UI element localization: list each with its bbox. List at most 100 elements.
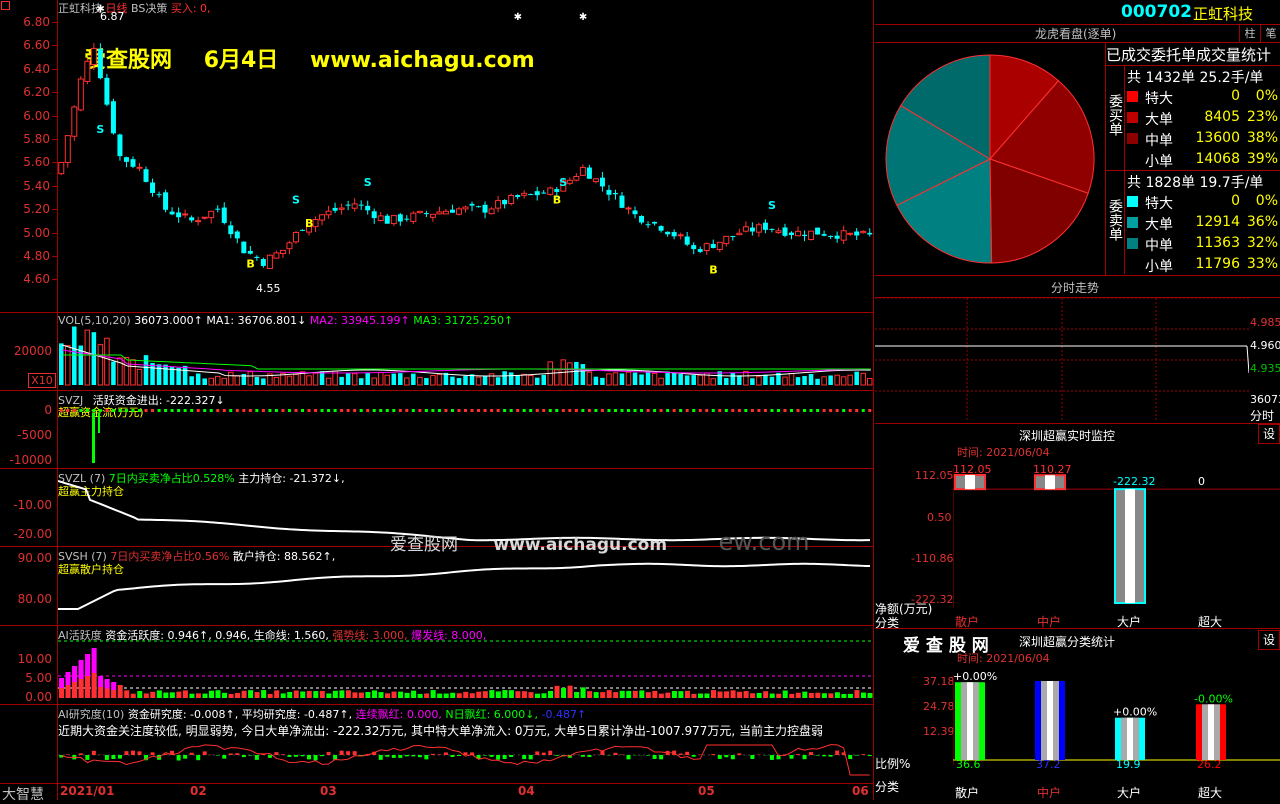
- class-chart[interactable]: +0.00%36.637.2+0.00%19.9-0.00%26.2: [953, 665, 1280, 770]
- sell-row-s[interactable]: 小单 11796 33%: [1125, 255, 1280, 275]
- candlestick-chart[interactable]: SBSBSSBBS✱✱✱: [58, 0, 873, 312]
- activity-bar: [320, 691, 325, 698]
- candle-body: [535, 191, 540, 195]
- ai-active-chart[interactable]: [58, 626, 873, 704]
- fund-flow-dot: [203, 409, 206, 412]
- fund-flow-dot: [673, 409, 676, 412]
- candle-body: [65, 136, 70, 163]
- activity-bar: [450, 693, 455, 698]
- panel-divider: [873, 0, 874, 800]
- candle-body: [789, 233, 794, 235]
- class-settings-button[interactable]: 设: [1258, 630, 1280, 650]
- intraday-tick-2: 4.935: [1250, 362, 1280, 375]
- activity-bar: [665, 693, 670, 698]
- research-bar: [255, 755, 259, 760]
- activity-bar: [633, 691, 638, 698]
- row-name: 大单: [1145, 109, 1173, 129]
- candle-body: [248, 251, 253, 254]
- bs-signal-marker: S: [768, 199, 776, 212]
- tick-mode-button[interactable]: 笔: [1260, 24, 1280, 43]
- research-bar: [627, 755, 631, 759]
- candle-body: [470, 204, 475, 206]
- volume-bar: [541, 375, 546, 385]
- stock-header: 000702 正虹科技: [875, 0, 1280, 24]
- candle-body: [606, 190, 611, 195]
- monitor-settings-button[interactable]: 设: [1258, 424, 1280, 444]
- class-category-label: 分类: [875, 778, 899, 795]
- activity-bar: [365, 692, 370, 698]
- sell-row-m[interactable]: 中单 11363 32%: [1125, 234, 1280, 254]
- candle-body: [183, 214, 188, 215]
- activity-bar: [261, 690, 266, 698]
- volume-bar: [711, 379, 716, 385]
- candle-body: [815, 228, 820, 235]
- fund-flow-dot: [151, 409, 154, 412]
- volume-bar: [157, 364, 162, 385]
- candle-body: [293, 233, 298, 242]
- sell-row-xl[interactable]: 特大 0 0%: [1125, 192, 1280, 212]
- fund-flow-dot: [86, 409, 89, 412]
- buy-total: 共 1432单 25.2手/单: [1127, 67, 1263, 87]
- activity-bar: [776, 694, 781, 698]
- activity-bar: [600, 692, 605, 698]
- date-axis-label: 2021/01: [60, 784, 114, 798]
- buy-row-l[interactable]: 大单 8405 23%: [1125, 108, 1280, 128]
- candle-body: [104, 78, 109, 105]
- activity-bar: [476, 692, 481, 698]
- row-vol: 12914: [1195, 214, 1240, 230]
- activity-bar: [613, 692, 618, 698]
- activity-bar: [652, 691, 657, 698]
- buy-row-m[interactable]: 中单 13600 38%: [1125, 129, 1280, 149]
- candle-body: [756, 225, 761, 232]
- activity-bar: [620, 691, 625, 698]
- date-axis: 2021/01 02 03 04 05 06: [58, 784, 873, 800]
- price-tick: 6.20: [0, 85, 50, 99]
- row-pct: 33%: [1247, 256, 1278, 272]
- intraday-chart[interactable]: [875, 298, 1249, 422]
- svsh-chart[interactable]: [58, 547, 873, 625]
- volume-bar: [528, 376, 533, 385]
- svzj-tick-1: -5000: [0, 428, 52, 442]
- order-pie-chart[interactable]: [875, 43, 1105, 275]
- activity-bar: [124, 690, 129, 698]
- research-bar: [659, 755, 663, 759]
- fund-flow-dot: [777, 409, 780, 412]
- activity-bar: [678, 691, 683, 698]
- activity-bar: [861, 693, 866, 698]
- svzj-chart[interactable]: [58, 391, 873, 468]
- low-price-label: 4.55: [256, 282, 281, 295]
- volume-bar: [424, 378, 429, 385]
- research-bar: [503, 755, 507, 759]
- volume-bar: [352, 374, 357, 385]
- volume-bar: [326, 378, 331, 385]
- candle-body: [769, 229, 774, 230]
- candle-body: [659, 226, 664, 231]
- fund-flow-dot: [549, 409, 552, 412]
- sell-row-l[interactable]: 大单 12914 36%: [1125, 213, 1280, 233]
- activity-bar: [274, 690, 279, 698]
- fund-flow-dot: [562, 409, 565, 412]
- buy-row-xl[interactable]: 特大 0 0%: [1125, 87, 1280, 107]
- research-bar: [496, 755, 500, 760]
- bar-mode-button[interactable]: 柱: [1239, 24, 1261, 43]
- research-bar: [457, 755, 461, 756]
- buy-row-s[interactable]: 小单 14068 39%: [1125, 150, 1280, 170]
- vol-unit-badge[interactable]: X10: [28, 373, 56, 388]
- right-panel: 000702 正虹科技 龙虎看盘(逐单) 柱 笔 已成交委托单成交量统计 委买单…: [875, 0, 1280, 800]
- research-bar: [118, 755, 122, 759]
- bs-signal-marker: S: [559, 176, 567, 189]
- volume-bar: [392, 374, 397, 385]
- candle-body: [85, 61, 90, 81]
- research-bar: [418, 755, 422, 757]
- monitor-chart[interactable]: 112.05110.27-222.320: [953, 458, 1280, 608]
- main-chart-area[interactable]: 正虹科技 日线 BS决策 买入: 0, 爱查股网 6月4日 www.aichag…: [0, 0, 874, 800]
- ai-research-chart[interactable]: [58, 705, 873, 783]
- volume-chart[interactable]: [58, 313, 873, 390]
- candle-body: [574, 177, 579, 181]
- research-bar: [320, 755, 324, 756]
- activity-bar: [502, 690, 507, 698]
- class-bar-highlight: [967, 682, 973, 760]
- intraday-vol: 36073: [1250, 393, 1280, 406]
- category-label: 中户: [1037, 784, 1061, 801]
- research-bar: [235, 753, 239, 755]
